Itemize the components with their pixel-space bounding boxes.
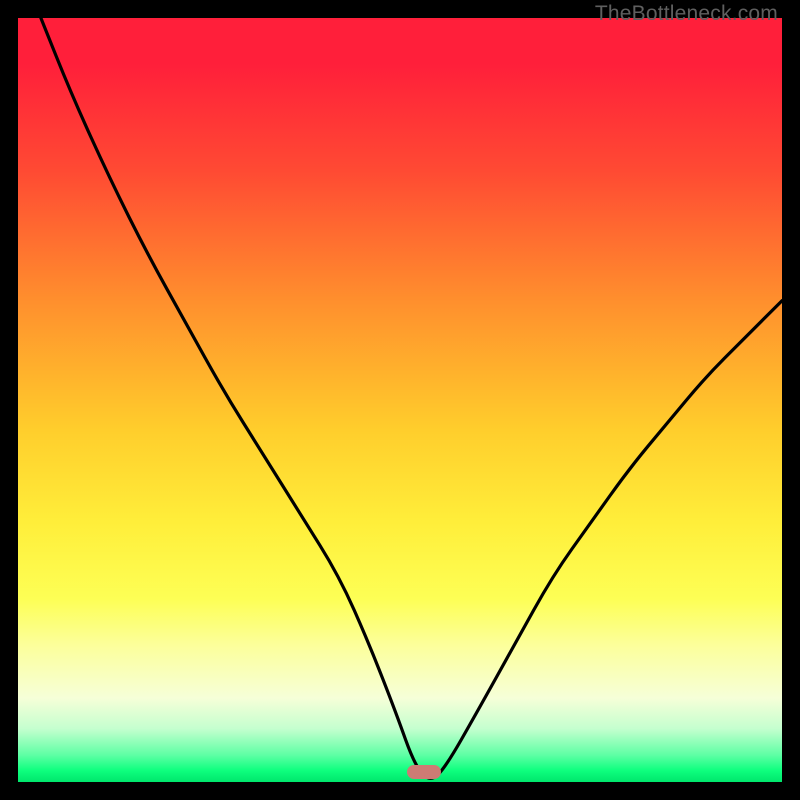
attribution-text: TheBottleneck.com (595, 2, 778, 26)
plot-area (18, 18, 782, 782)
optimal-marker (407, 765, 441, 779)
bottleneck-curve (18, 18, 782, 782)
chart-frame: TheBottleneck.com (0, 0, 800, 800)
curve-path (41, 18, 782, 778)
